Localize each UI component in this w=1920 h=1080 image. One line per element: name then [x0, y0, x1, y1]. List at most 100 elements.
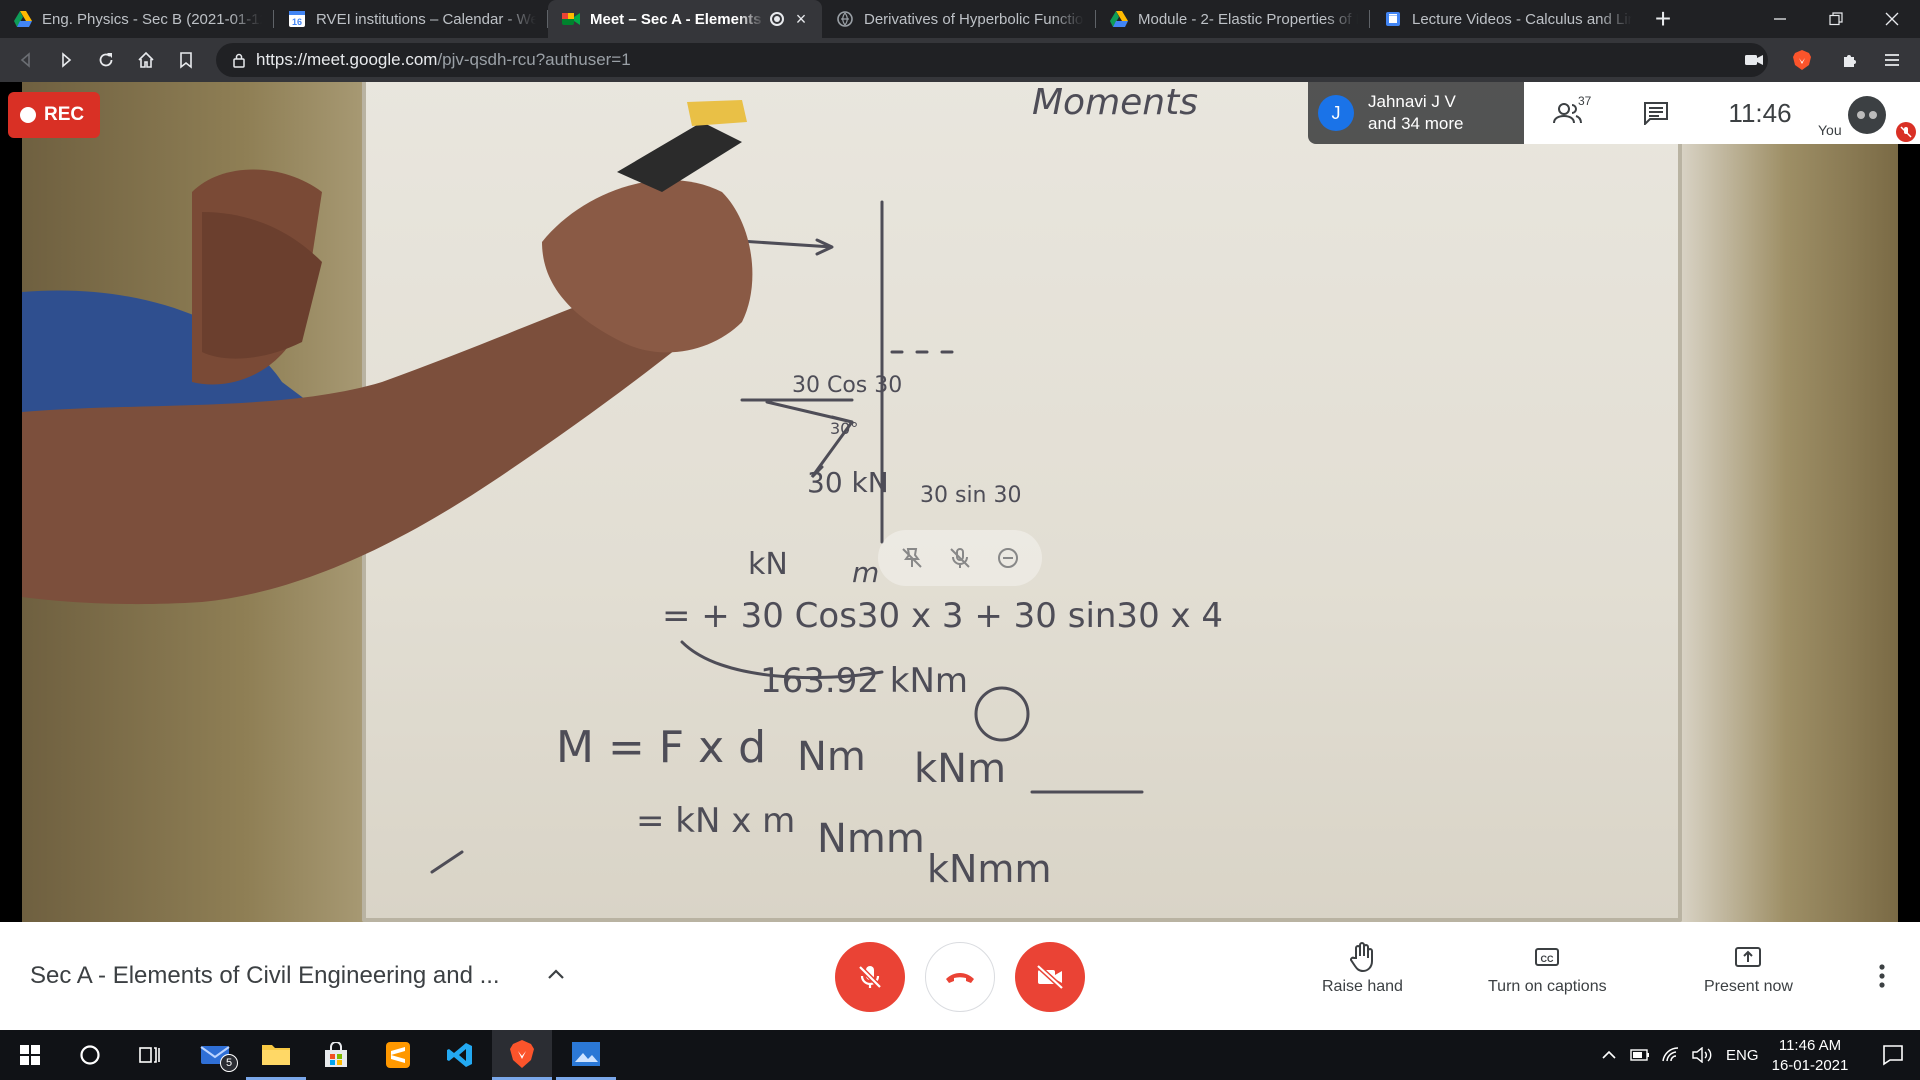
- address-bar[interactable]: https://meet.google.com/pjv-qsdh-rcu?aut…: [216, 43, 1768, 77]
- tab-lecture-videos[interactable]: Lecture Videos - Calculus and Linear: [1370, 0, 1644, 38]
- pin-icon[interactable]: [900, 546, 924, 570]
- web-globe-icon: [836, 10, 854, 28]
- tab-title: RVEI institutions – Calendar - Week: [316, 10, 536, 28]
- taskbar-sublime[interactable]: [368, 1030, 428, 1080]
- tile-hover-controls: [878, 530, 1042, 586]
- presentation-video: Moments 30 Cos 30 30° 30 kN 30 sin 30 kN…: [22, 82, 1898, 922]
- recording-dot-icon: [20, 107, 36, 123]
- mail-unread-badge: 5: [220, 1054, 238, 1072]
- captions-button[interactable]: CC Turn on captions: [1488, 942, 1607, 996]
- tab-elastic[interactable]: Module - 2- Elastic Properties of M: [1096, 0, 1370, 38]
- vscode-icon: [447, 1043, 472, 1067]
- svg-text:CC: CC: [1541, 954, 1554, 964]
- restore-button[interactable]: [1808, 0, 1864, 38]
- taskbar-time: 11:46 AM: [1778, 1037, 1842, 1054]
- leave-call-button[interactable]: [925, 942, 995, 1012]
- tab-title: Module - 2- Elastic Properties of M: [1138, 10, 1358, 28]
- close-window-button[interactable]: [1864, 0, 1920, 38]
- microphone-toggle-button[interactable]: [835, 942, 905, 1012]
- google-meet-icon: [562, 10, 580, 28]
- mute-participant-icon[interactable]: [948, 546, 972, 570]
- remove-participant-icon[interactable]: [996, 546, 1020, 570]
- cortana-circle-icon: [80, 1045, 100, 1065]
- battery-icon[interactable]: [1630, 1049, 1650, 1061]
- tab-title: Meet – Sec A - Elements of: [590, 10, 764, 28]
- brave-shields-button[interactable]: [1782, 38, 1822, 82]
- taskbar-clock[interactable]: 11:46 AM 16-01-2021: [1760, 1036, 1860, 1076]
- doc-page-icon: [1384, 10, 1402, 28]
- google-drive-icon: [14, 10, 32, 28]
- avatar-face-icon: [1857, 111, 1877, 119]
- sublime-text-icon: [386, 1042, 410, 1068]
- windows-logo-icon: [20, 1045, 40, 1065]
- presenter-chip[interactable]: J Jahnavi J V and 34 more: [1308, 82, 1524, 144]
- captions-label: Turn on captions: [1488, 978, 1607, 995]
- participants-button[interactable]: 37: [1524, 82, 1612, 144]
- bookmark-button[interactable]: [166, 40, 206, 80]
- browser-tab-strip: Eng. Physics - Sec B (2021-01-12 at 16 R…: [0, 0, 1920, 38]
- chevron-up-icon[interactable]: [1602, 1050, 1616, 1060]
- camera-in-use-button[interactable]: [1734, 38, 1774, 82]
- home-icon: [138, 51, 154, 68]
- url-path: /pjv-qsdh-rcu?authuser=1: [437, 50, 631, 69]
- task-view-button[interactable]: [120, 1030, 180, 1080]
- meeting-title[interactable]: Sec A - Elements of Civil Engineering an…: [30, 962, 500, 990]
- presenter-arm: [22, 100, 753, 605]
- participants-count: 37: [1578, 94, 1592, 108]
- forward-button[interactable]: [46, 40, 86, 80]
- brave-lion-icon: [1793, 50, 1811, 70]
- meet-stage: Moments 30 Cos 30 30° 30 kN 30 sin 30 kN…: [0, 82, 1920, 922]
- windows-taskbar: 5 ENG 11:46 AM 16-01-2021: [0, 1030, 1920, 1080]
- brave-lion-icon: [510, 1039, 534, 1068]
- back-arrow-icon: [20, 52, 30, 68]
- taskbar-mail-app[interactable]: [186, 1030, 246, 1080]
- tab-hyperbolic[interactable]: Derivatives of Hyperbolic Functions: [822, 0, 1096, 38]
- meeting-details-toggle[interactable]: [540, 958, 572, 990]
- tab-title: Lecture Videos - Calculus and Linear: [1412, 10, 1632, 28]
- new-tab-button[interactable]: +: [1644, 0, 1682, 38]
- tab-title: Eng. Physics - Sec B (2021-01-12 at: [42, 10, 262, 28]
- camera-toggle-button[interactable]: [1015, 942, 1085, 1012]
- closed-captions-icon: CC: [1535, 948, 1560, 966]
- extensions-button[interactable]: [1830, 38, 1870, 82]
- taskbar-file-explorer[interactable]: [246, 1030, 306, 1080]
- recording-badge: REC: [8, 92, 100, 138]
- presenter-name: Jahnavi J V: [1368, 92, 1456, 111]
- mic-off-icon: [1900, 126, 1912, 138]
- action-center-button[interactable]: [1868, 1030, 1918, 1080]
- present-now-button[interactable]: Present now: [1704, 942, 1793, 996]
- raise-hand-button[interactable]: Raise hand: [1322, 942, 1403, 996]
- start-button[interactable]: [0, 1030, 60, 1080]
- taskbar-vscode[interactable]: [430, 1030, 490, 1080]
- close-tab-icon[interactable]: ×: [792, 10, 810, 28]
- restore-icon: [1829, 12, 1843, 26]
- input-language[interactable]: ENG: [1726, 1047, 1759, 1064]
- reload-button[interactable]: [86, 40, 126, 80]
- tab-eng-physics[interactable]: Eng. Physics - Sec B (2021-01-12 at: [0, 0, 274, 38]
- reload-icon: [99, 53, 113, 67]
- minimize-button[interactable]: [1752, 0, 1808, 38]
- more-vertical-icon: [1879, 964, 1885, 988]
- back-button[interactable]: [6, 40, 46, 80]
- taskbar-date: 16-01-2021: [1771, 1057, 1849, 1074]
- self-view-avatar[interactable]: [1848, 96, 1886, 134]
- tab-calendar[interactable]: 16 RVEI institutions – Calendar - Week: [274, 0, 548, 38]
- wifi-icon[interactable]: [1662, 1047, 1680, 1063]
- raise-hand-label: Raise hand: [1322, 978, 1403, 995]
- store-bag-icon: [325, 1042, 347, 1067]
- system-tray: ENG: [1602, 1030, 1759, 1080]
- svg-text:16: 16: [292, 17, 302, 27]
- tab-meet-active[interactable]: Meet – Sec A - Elements of ×: [548, 0, 822, 38]
- self-view-label: You: [1818, 122, 1842, 138]
- present-now-label: Present now: [1704, 978, 1793, 995]
- home-button[interactable]: [126, 40, 166, 80]
- taskbar-brave-active[interactable]: [492, 1030, 552, 1080]
- volume-icon[interactable]: [1692, 1047, 1712, 1063]
- forward-arrow-icon: [62, 52, 72, 68]
- taskbar-store[interactable]: [306, 1030, 366, 1080]
- chat-button[interactable]: [1612, 82, 1700, 144]
- browser-menu-button[interactable]: [1872, 38, 1912, 82]
- search-button[interactable]: [60, 1030, 120, 1080]
- more-options-button[interactable]: [1866, 958, 1898, 994]
- taskbar-photos[interactable]: [556, 1030, 616, 1080]
